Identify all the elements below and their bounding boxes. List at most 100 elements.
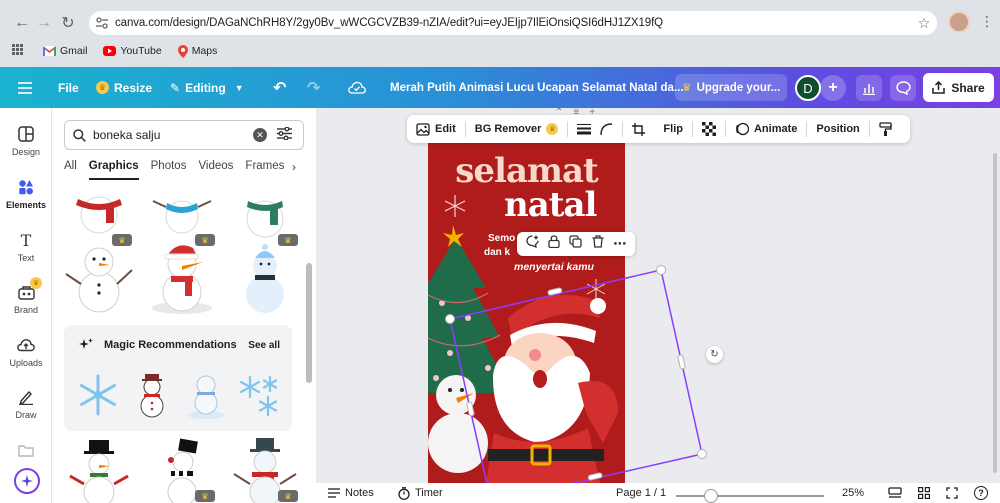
tab-all[interactable]: All — [64, 160, 77, 180]
edit-image-button[interactable]: Edit — [407, 115, 465, 143]
rail-item-design[interactable]: Design — [0, 124, 52, 157]
comment-icon[interactable] — [890, 75, 916, 101]
premium-crown-icon: ♛ — [278, 490, 298, 502]
help-icon[interactable]: ? — [974, 483, 988, 503]
bookmark-gmail[interactable]: Gmail — [43, 45, 87, 57]
lock-icon[interactable] — [548, 235, 560, 253]
recommended-snowflake[interactable] — [74, 369, 122, 421]
transparency-icon[interactable] — [693, 115, 725, 143]
pencil-icon: ✎ — [170, 80, 181, 95]
crown-icon: ♛ — [546, 123, 559, 135]
apps-grid-icon[interactable] — [12, 44, 23, 58]
share-button[interactable]: Share — [923, 73, 994, 102]
bookmark-maps[interactable]: Maps — [177, 44, 217, 58]
crop-icon[interactable] — [623, 115, 654, 143]
address-bar[interactable]: canva.com/design/DAGaNChRH8Y/2gy0Bv_wWCG… — [89, 11, 937, 35]
site-info-icon[interactable] — [89, 17, 115, 29]
premium-crown-icon: ♛ — [195, 490, 215, 502]
see-all-link[interactable]: See all — [248, 340, 280, 351]
crown-badge-icon: ♛ — [30, 277, 42, 289]
editing-mode-dropdown[interactable]: ✎ Editing ▼ — [170, 67, 244, 108]
paint-format-icon[interactable] — [870, 115, 901, 143]
file-menu-button[interactable]: File — [58, 67, 79, 108]
timer-button[interactable]: Timer — [398, 483, 443, 503]
rail-item-elements[interactable]: Elements — [0, 177, 52, 210]
magic-assistant-sparkle-icon[interactable] — [14, 468, 40, 494]
animate-icon — [736, 122, 749, 136]
tab-graphics[interactable]: Graphics — [88, 160, 139, 180]
redo-icon[interactable]: ↷ — [307, 67, 320, 108]
tab-videos[interactable]: Videos — [198, 160, 233, 180]
recommended-snowflakes-cluster[interactable] — [236, 369, 284, 421]
magic-sparkle-icon — [78, 337, 94, 358]
recommended-snowman-soft[interactable] — [182, 369, 230, 421]
zoom-value[interactable]: 25% — [842, 483, 864, 503]
page-indicator[interactable]: Page 1 / 1 — [616, 483, 666, 503]
graphic-snowman-red-hat[interactable] — [147, 238, 217, 318]
rail-item-text[interactable]: T Text — [0, 230, 52, 264]
duplicate-icon[interactable] — [569, 235, 583, 253]
design-title[interactable]: Merah Putih Animasi Lucu Ucapan Selamat … — [390, 67, 684, 108]
grid-view-icon[interactable] — [918, 483, 930, 503]
search-input[interactable]: boneka salju ✕ — [64, 120, 304, 150]
undo-icon[interactable]: ↶ — [273, 67, 286, 108]
rail-item-brand[interactable]: ♛ Brand — [0, 277, 52, 315]
rail-item-draw[interactable]: Draw — [0, 387, 52, 420]
insights-chart-icon[interactable] — [856, 75, 882, 101]
tabs-scroll-chevron-icon[interactable]: › — [292, 160, 296, 174]
search-value: boneka salju — [93, 128, 161, 142]
recommended-snowman-hat[interactable] — [128, 369, 176, 421]
content-tabs: All Graphics Photos Videos Frames — [64, 160, 296, 180]
design-icon — [16, 124, 36, 144]
border-style-icon[interactable] — [568, 115, 600, 143]
forward-icon[interactable]: → — [34, 13, 54, 33]
corner-rounding-icon[interactable] — [600, 115, 622, 143]
graphic-snowman-classic[interactable] — [64, 238, 134, 318]
graphic-snowman-tall-hat[interactable]: ♛ — [230, 438, 300, 503]
browser-chrome: ← → ↻ canva.com/design/DAGaNChRH8Y/2gy0B… — [0, 0, 1000, 67]
recommendations-row — [74, 369, 284, 421]
filter-sliders-icon[interactable] — [277, 126, 295, 143]
profile-avatar[interactable] — [948, 11, 970, 33]
tab-photos[interactable]: Photos — [151, 160, 187, 180]
animate-button[interactable]: Animate — [726, 115, 806, 143]
browser-menu-icon[interactable]: ⋮ — [980, 13, 994, 30]
rail-item-uploads[interactable]: Uploads — [0, 335, 52, 368]
tab-frames[interactable]: Frames — [245, 160, 284, 180]
resize-button[interactable]: ♛ Resize — [96, 67, 152, 108]
body-text-line-1[interactable]: Semo — [488, 233, 515, 244]
rail-item-more[interactable] — [0, 441, 52, 464]
position-button[interactable]: Position — [807, 115, 868, 143]
page-thumbnails-icon[interactable] — [888, 483, 902, 503]
canvas-scrollbar[interactable] — [993, 153, 997, 473]
headline-natal[interactable]: natal — [504, 185, 597, 225]
rotate-handle-icon[interactable]: ↻ — [706, 346, 723, 363]
user-avatar[interactable]: D — [795, 75, 821, 101]
bg-remover-button[interactable]: BG Remover ♛ — [466, 115, 568, 143]
graphic-snowman-blue-hat[interactable] — [230, 238, 300, 318]
reload-icon[interactable]: ↻ — [58, 13, 78, 33]
notes-button[interactable]: Notes — [328, 483, 374, 503]
clear-search-icon[interactable]: ✕ — [253, 128, 267, 142]
bookmark-star-icon[interactable]: ☆ — [911, 15, 937, 32]
zoom-slider-handle[interactable] — [703, 489, 718, 503]
cloud-saved-icon[interactable] — [348, 67, 366, 108]
trash-icon[interactable] — [592, 235, 604, 253]
back-icon[interactable]: ← — [12, 13, 32, 33]
graphic-snowman-striped-scarf[interactable]: ♛ — [147, 438, 217, 503]
zoom-slider[interactable] — [676, 495, 824, 497]
bookmark-youtube[interactable]: YouTube — [103, 45, 162, 57]
image-edit-icon — [416, 122, 430, 136]
more-options-icon[interactable]: ⋯ — [613, 236, 626, 252]
crown-icon: ♛ — [681, 82, 692, 94]
selection-frame[interactable] — [440, 262, 715, 492]
flip-button[interactable]: Flip — [654, 115, 692, 143]
upgrade-button[interactable]: ♛ Upgrade your... — [675, 74, 787, 101]
comment-add-icon[interactable] — [526, 235, 539, 253]
main-menu-icon[interactable] — [18, 67, 32, 108]
invite-plus-icon[interactable]: + — [820, 75, 846, 101]
graphic-snowman-top-hat[interactable] — [64, 438, 134, 503]
panel-scrollbar[interactable] — [306, 263, 312, 383]
body-text-line-2[interactable]: dan k — [484, 247, 510, 258]
fullscreen-icon[interactable] — [946, 483, 958, 503]
